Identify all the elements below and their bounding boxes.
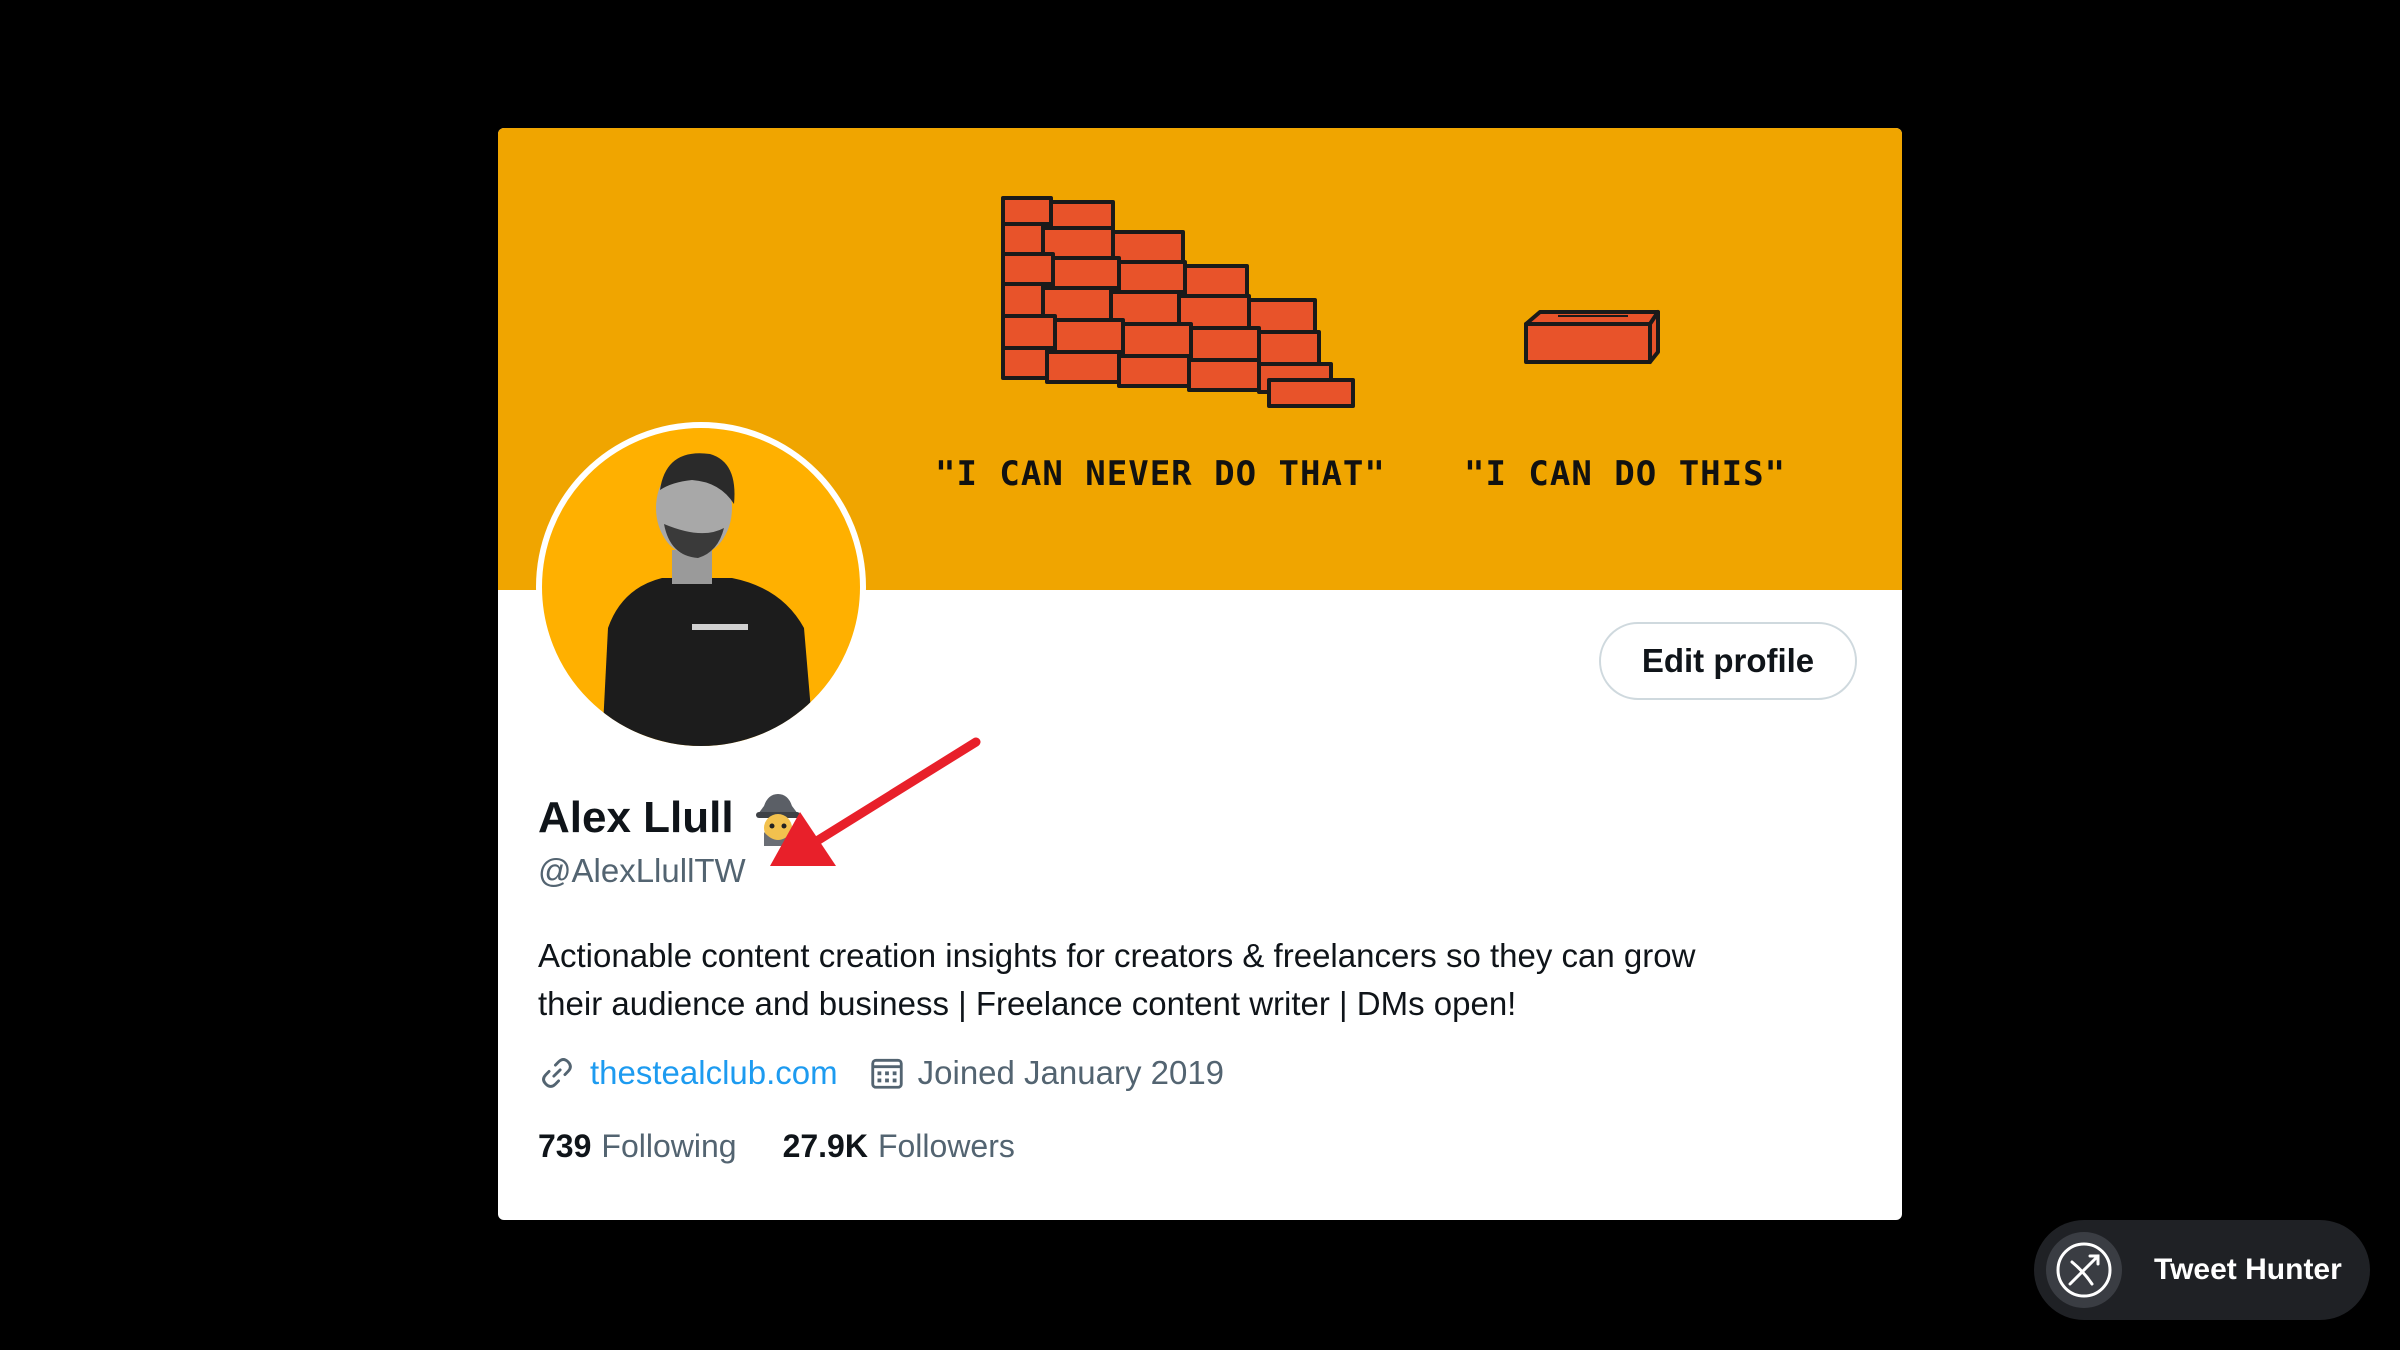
user-handle: @AlexLlullTW	[538, 852, 746, 889]
followers-count: 27.9K	[782, 1128, 868, 1164]
avatar[interactable]	[536, 422, 866, 752]
screen: "I CAN NEVER DO THAT" "I CAN DO THIS" Ed…	[0, 0, 2400, 1350]
followers-label: Followers	[877, 1128, 1015, 1164]
banner-caption-left: "I CAN NEVER DO THAT"	[935, 454, 1386, 494]
person-photo-icon	[602, 453, 814, 746]
detective-emoji-icon	[752, 790, 804, 846]
following-link[interactable]: 739 Following	[538, 1128, 737, 1165]
tweet-hunter-badge[interactable]: Tweet Hunter	[2034, 1220, 2370, 1320]
profile-meta: thestealclub.com Joined January 2019	[538, 1054, 1224, 1092]
following-count: 739	[538, 1128, 592, 1164]
joined-date: Joined January 2019	[917, 1054, 1225, 1091]
follow-stats: 739 Following 27.9K Followers	[538, 1128, 1061, 1165]
profile-card: "I CAN NEVER DO THAT" "I CAN DO THIS" Ed…	[498, 128, 1902, 1220]
name-row: Alex Llull	[538, 790, 804, 846]
crossed-bow-icon	[2046, 1232, 2122, 1308]
banner-caption-right: "I CAN DO THIS"	[1464, 454, 1787, 494]
bio-line: Actionable content creation insights for…	[538, 937, 1696, 974]
badge-label: Tweet Hunter	[2154, 1253, 2342, 1286]
edit-profile-button[interactable]: Edit profile	[1599, 622, 1857, 700]
following-label: Following	[601, 1128, 737, 1164]
website-link[interactable]: thestealclub.com	[590, 1054, 838, 1092]
display-name: Alex Llull	[538, 793, 734, 842]
link-icon	[542, 1058, 572, 1088]
calendar-icon	[870, 1058, 903, 1089]
bio: Actionable content creation insights for…	[538, 932, 1868, 1028]
bio-line: their audience and business | Freelance …	[538, 985, 1517, 1022]
followers-link[interactable]: 27.9K Followers	[783, 1128, 1015, 1165]
